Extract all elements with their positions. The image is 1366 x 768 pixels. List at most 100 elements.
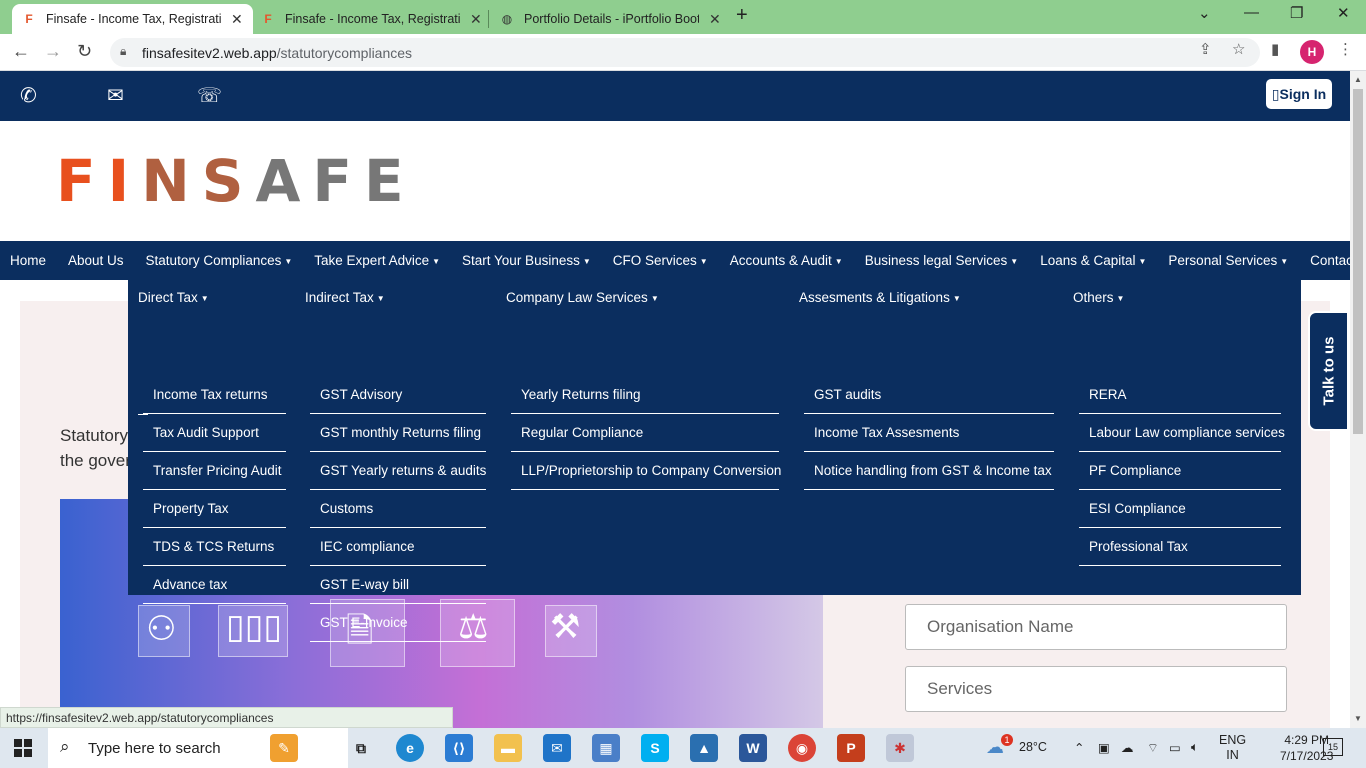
menu-heading-direct-tax[interactable]: Direct Tax ▼ (138, 290, 209, 305)
menu-link-property-tax[interactable]: Property Tax (143, 490, 286, 528)
photos-icon[interactable]: ▲ (690, 734, 718, 762)
services-input[interactable]: Services (905, 666, 1287, 712)
chevron-up-icon[interactable]: ⌃ (1074, 740, 1084, 755)
page-scrollbar[interactable]: ▲ ▼ (1350, 71, 1366, 728)
nav-about-us[interactable]: About Us (68, 253, 124, 268)
organisation-name-input[interactable]: Organisation Name (905, 604, 1287, 650)
menu-link-income-tax-returns[interactable]: Income Tax returns (143, 376, 286, 414)
powerpoint-icon[interactable]: P (837, 734, 865, 762)
scroll-up-icon[interactable]: ▲ (1354, 75, 1362, 84)
vscode-icon[interactable]: ⟨⟩ (445, 734, 473, 762)
menu-link-gst-monthly-returns[interactable]: GST monthly Returns filing (310, 414, 486, 452)
nav-home[interactable]: Home (10, 253, 46, 268)
menu-link-iec-compliance[interactable]: IEC compliance (310, 528, 486, 566)
talk-to-us-button[interactable]: Talk to us (1308, 311, 1349, 431)
menu-heading-assesments[interactable]: Assesments & Litigations ▼ (799, 290, 961, 305)
menu-heading-company-law[interactable]: Company Law Services ▼ (506, 290, 659, 305)
app-icon[interactable]: ✱ (886, 734, 914, 762)
scroll-down-icon[interactable]: ▼ (1354, 714, 1362, 723)
nav-business-legal-services[interactable]: Business legal Services ▼ (865, 253, 1019, 268)
nav-statutory-compliances[interactable]: Statutory Compliances ▼ (146, 253, 293, 268)
device-icon[interactable]: ▣ (1098, 740, 1110, 755)
weather-temp[interactable]: 28°C (1019, 740, 1047, 754)
menu-link-gst-einvoice[interactable]: GST E-Invoice (310, 604, 486, 642)
edge-browser-icon[interactable]: e (396, 734, 424, 762)
browser-menu-icon[interactable]: ⋮ (1338, 40, 1353, 58)
nav-start-your-business[interactable]: Start Your Business ▼ (462, 253, 591, 268)
menu-link-regular-compliance[interactable]: Regular Compliance (511, 414, 779, 452)
browser-tab-1[interactable]: F Finsafe - Income Tax, Registration ✕ (12, 4, 253, 34)
menu-link-transfer-pricing-audit[interactable]: Transfer Pricing Audit (143, 452, 286, 490)
menu-link-customs[interactable]: Customs (310, 490, 486, 528)
minimize-icon[interactable]: — (1244, 4, 1259, 21)
menu-link-tds-tcs-returns[interactable]: TDS & TCS Returns (143, 528, 286, 566)
browser-tab-3[interactable]: ◍ Portfolio Details - iPortfolio Boot ✕ (490, 4, 731, 34)
menu-link-gst-advisory[interactable]: GST Advisory (310, 376, 486, 414)
reload-icon[interactable]: ↻ (77, 41, 92, 62)
mail-icon[interactable]: ✉ (107, 83, 124, 108)
scroll-thumb[interactable] (1353, 89, 1363, 434)
menu-link-llp-conversion[interactable]: LLP/Proprietorship to Company Conversion (511, 452, 781, 490)
profile-avatar[interactable]: H (1300, 40, 1324, 64)
finsafe-logo[interactable]: FINSAFE (56, 152, 416, 210)
back-arrow-icon[interactable]: ← (12, 41, 30, 62)
menu-link-pf-compliance[interactable]: PF Compliance (1079, 452, 1281, 490)
sign-in-button[interactable]: ▯ Sign In (1266, 79, 1332, 109)
language-indicator[interactable]: ENG IN (1219, 733, 1246, 763)
wifi-icon[interactable]: ⌔ (1147, 740, 1159, 756)
file-explorer-icon[interactable]: ▬ (494, 734, 522, 762)
new-tab-button[interactable]: + (736, 4, 748, 27)
lock-icon: 🔒︎ (120, 44, 127, 58)
menu-link-yearly-returns-filing[interactable]: Yearly Returns filing (511, 376, 779, 414)
whatsapp-icon[interactable]: ✆ (20, 83, 37, 108)
menu-link-professional-tax[interactable]: Professional Tax (1079, 528, 1281, 566)
word-icon[interactable]: W (739, 734, 767, 762)
close-tab-icon[interactable]: ✕ (470, 11, 482, 28)
tab-search-icon[interactable]: ⌄ (1198, 4, 1211, 22)
nav-take-expert-advice[interactable]: Take Expert Advice ▼ (314, 253, 440, 268)
menu-heading-indirect-tax[interactable]: Indirect Tax ▼ (305, 290, 385, 305)
nav-personal-services[interactable]: Personal Services ▼ (1168, 253, 1288, 268)
network-icon: ⚇ (146, 610, 177, 648)
mail-app-icon[interactable]: ✉ (543, 734, 571, 762)
menu-link-esi-compliance[interactable]: ESI Compliance (1079, 490, 1281, 528)
menu-link-notice-handling[interactable]: Notice handling from GST & Income tax (804, 452, 1054, 490)
menu-link-gst-eway-bill[interactable]: GST E-way bill (310, 566, 486, 604)
menu-heading-others[interactable]: Others ▼ (1073, 290, 1124, 305)
side-panel-icon[interactable]: ▮ (1271, 40, 1279, 58)
restore-icon[interactable]: ❐ (1290, 4, 1303, 22)
menu-link-rera[interactable]: RERA (1079, 376, 1281, 414)
menu-link-gst-audits[interactable]: GST audits (804, 376, 1054, 414)
phone-icon[interactable]: ☏ (197, 83, 222, 108)
browser-tab-2[interactable]: F Finsafe - Income Tax, Registration ✕ (251, 4, 492, 34)
menu-link-income-tax-assesments[interactable]: Income Tax Assesments (804, 414, 1054, 452)
bookmark-star-icon[interactable]: ☆ (1232, 40, 1245, 58)
menu-link-advance-tax[interactable]: Advance tax (143, 566, 286, 604)
chrome-icon[interactable]: ◉ (788, 734, 816, 762)
notification-center-icon[interactable]: 15 (1323, 738, 1343, 756)
close-window-icon[interactable]: ✕ (1337, 4, 1350, 22)
windows-start-icon[interactable] (14, 739, 32, 757)
onedrive-icon[interactable]: ☁ (1121, 740, 1134, 755)
gavel-icon: ⚒︎ (550, 608, 581, 646)
menu-link-tax-audit-support[interactable]: Tax Audit Support (143, 414, 286, 452)
address-bar[interactable]: 🔒︎ finsafesitev2.web.app/statutorycompli… (110, 38, 1260, 67)
menu-link-gst-yearly-returns[interactable]: GST Yearly returns & audits (310, 452, 486, 490)
close-tab-icon[interactable]: ✕ (231, 11, 243, 28)
task-view-icon[interactable]: ⧉ (347, 734, 375, 762)
school-app-icon[interactable]: ✎ (270, 734, 298, 762)
nav-accounts-audit[interactable]: Accounts & Audit ▼ (730, 253, 843, 268)
store-icon[interactable]: ▦ (592, 734, 620, 762)
nav-loans-capital[interactable]: Loans & Capital ▼ (1040, 253, 1146, 268)
nav-cfo-services[interactable]: CFO Services ▼ (613, 253, 708, 268)
taskbar-search-box[interactable]: ⌕ Type here to search (48, 728, 348, 768)
share-icon[interactable]: ⇪ (1199, 40, 1212, 58)
tab-title: Portfolio Details - iPortfolio Boot (524, 12, 699, 26)
close-tab-icon[interactable]: ✕ (709, 11, 721, 28)
menu-link-labour-law[interactable]: Labour Law compliance services (1079, 414, 1285, 452)
volume-icon[interactable]: 🔈︎ (1191, 740, 1199, 755)
forward-arrow-icon[interactable]: → (44, 41, 62, 62)
nav-contact-us[interactable]: Contact Us (1310, 253, 1350, 268)
battery-icon[interactable]: ▭ (1169, 740, 1181, 755)
skype-icon[interactable]: S (641, 734, 669, 762)
